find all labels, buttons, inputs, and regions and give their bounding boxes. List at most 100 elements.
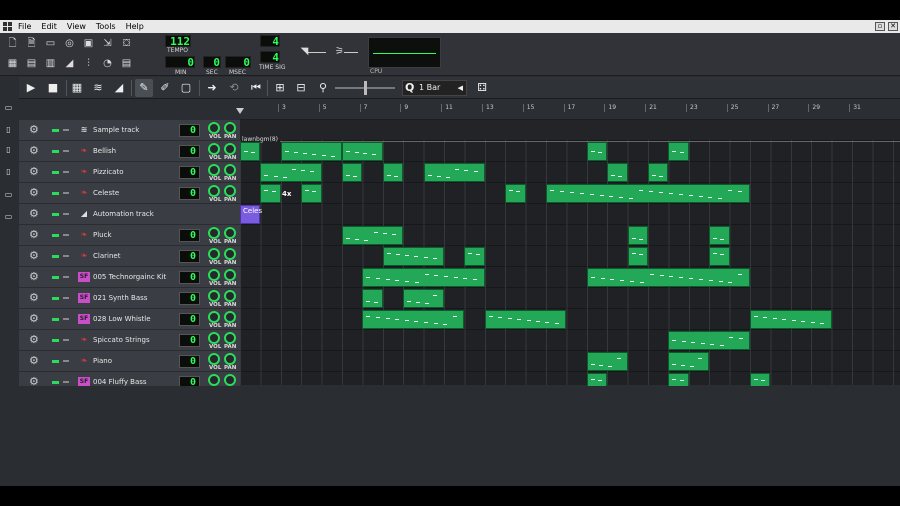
volume-knob[interactable] bbox=[208, 122, 220, 134]
new-from-template-icon[interactable]: 🗎 bbox=[23, 35, 40, 52]
solo-toggle[interactable] bbox=[63, 234, 69, 236]
pan-knob[interactable] bbox=[224, 311, 236, 323]
solo-toggle[interactable] bbox=[63, 339, 69, 341]
gear-icon[interactable]: ⚙ bbox=[29, 313, 39, 325]
draw-mode-icon[interactable]: ✎ bbox=[135, 79, 153, 97]
solo-toggle[interactable] bbox=[63, 213, 69, 215]
pattern-clip[interactable] bbox=[668, 142, 689, 161]
volume-knob[interactable] bbox=[208, 227, 220, 239]
pattern-clip[interactable] bbox=[586, 268, 750, 287]
pattern-clip[interactable] bbox=[586, 142, 608, 161]
pattern-clip[interactable] bbox=[709, 247, 730, 266]
volume-knob[interactable] bbox=[208, 143, 220, 155]
menu-view[interactable]: View bbox=[67, 22, 86, 31]
solo-toggle[interactable] bbox=[63, 171, 69, 173]
gear-icon[interactable]: ⚙ bbox=[29, 187, 39, 199]
gear-icon[interactable]: ⚙ bbox=[29, 250, 39, 262]
track-name[interactable]: 021 Synth Bass bbox=[93, 294, 147, 302]
stop-icon[interactable]: ■ bbox=[44, 79, 62, 97]
volume-knob[interactable] bbox=[208, 248, 220, 260]
zoom-slider-handle[interactable] bbox=[364, 81, 367, 95]
track-row[interactable]: ⚙ ❧ Celeste 0 VOL PAN bbox=[19, 183, 240, 204]
restore-button[interactable]: ▫ bbox=[875, 22, 885, 31]
track-name[interactable]: 028 Low Whistle bbox=[93, 315, 151, 323]
pan-knob[interactable] bbox=[224, 185, 236, 197]
open-project-icon[interactable]: ▭ bbox=[42, 35, 59, 52]
gear-icon[interactable]: ⚙ bbox=[29, 292, 39, 304]
solo-toggle[interactable] bbox=[63, 381, 69, 383]
solo-toggle[interactable] bbox=[63, 192, 69, 194]
pan-knob[interactable] bbox=[224, 290, 236, 302]
oscilloscope[interactable] bbox=[368, 37, 441, 68]
mute-toggle[interactable] bbox=[52, 150, 59, 153]
track-name[interactable]: Pizzicato bbox=[93, 168, 123, 176]
pattern-clip[interactable] bbox=[586, 352, 628, 371]
mute-toggle[interactable] bbox=[52, 171, 59, 174]
pattern-clip[interactable] bbox=[505, 184, 526, 203]
my-home-icon[interactable]: ▯ bbox=[4, 167, 13, 176]
pan-knob[interactable] bbox=[224, 353, 236, 365]
stop-behaviour-icon[interactable]: ⏮ bbox=[247, 79, 265, 97]
quantize-select[interactable]: Q 1 Bar ◀ bbox=[402, 80, 467, 96]
mute-toggle[interactable] bbox=[52, 234, 59, 237]
pan-knob[interactable] bbox=[224, 248, 236, 260]
automation-clip[interactable]: Celes bbox=[240, 205, 262, 224]
root-directory-icon[interactable]: ▭ bbox=[4, 190, 13, 199]
pattern-clip[interactable] bbox=[362, 289, 383, 308]
solo-toggle[interactable] bbox=[63, 297, 69, 299]
add-automation-track-icon[interactable]: ◢ bbox=[110, 79, 128, 97]
gear-icon[interactable]: ⚙ bbox=[29, 334, 39, 346]
track-name[interactable]: 004 Fluffy Bass bbox=[93, 378, 147, 386]
solo-toggle[interactable] bbox=[63, 150, 69, 152]
sample-track-lane[interactable] bbox=[240, 120, 900, 140]
track-row[interactable]: ⚙ ❧ Pluck 0 VOL PAN bbox=[19, 225, 240, 246]
export-icon[interactable]: ⇲ bbox=[99, 35, 116, 52]
solo-toggle[interactable] bbox=[63, 255, 69, 257]
pattern-clip[interactable] bbox=[382, 247, 444, 266]
chevron-left-icon[interactable]: ◀ bbox=[458, 81, 463, 95]
mute-toggle[interactable] bbox=[52, 192, 59, 195]
gear-icon[interactable]: ⚙ bbox=[29, 166, 39, 178]
mute-toggle[interactable] bbox=[52, 339, 59, 342]
pattern-clip[interactable] bbox=[648, 163, 669, 182]
song-editor-icon[interactable]: ▦ bbox=[4, 55, 21, 72]
timeline[interactable]: 3 5 7 9 11 13 15 17 19 21 23 25 27 29 31 bbox=[240, 100, 900, 120]
pattern-clip[interactable] bbox=[403, 289, 444, 308]
gear-icon[interactable]: ⚙ bbox=[29, 229, 39, 241]
volume-knob[interactable] bbox=[208, 332, 220, 344]
solo-toggle[interactable] bbox=[63, 318, 69, 320]
volume-knob[interactable] bbox=[208, 353, 220, 365]
track-row[interactable]: ⚙ ❧ Bellish 0 VOL PAN bbox=[19, 141, 240, 162]
track-name[interactable]: Automation track bbox=[93, 210, 154, 218]
track-name[interactable]: Celeste bbox=[93, 189, 119, 197]
pan-knob[interactable] bbox=[224, 122, 236, 134]
pan-knob[interactable] bbox=[224, 143, 236, 155]
timesig-denominator[interactable]: 4 bbox=[260, 51, 280, 63]
proportional-snap-icon[interactable]: ⚃ bbox=[473, 79, 491, 97]
volume-knob[interactable] bbox=[208, 269, 220, 281]
pattern-clip[interactable] bbox=[342, 226, 404, 245]
volume-knob[interactable] bbox=[208, 290, 220, 302]
gear-icon[interactable]: ⚙ bbox=[29, 355, 39, 367]
recent-projects-icon[interactable]: ◎ bbox=[61, 35, 78, 52]
pan-knob[interactable] bbox=[224, 227, 236, 239]
my-presets-icon[interactable]: ▯ bbox=[4, 145, 13, 154]
track-name[interactable]: 005 Technorgainc Kit bbox=[93, 273, 166, 281]
pattern-clip[interactable] bbox=[627, 226, 648, 245]
play-icon[interactable]: ▶ bbox=[22, 79, 40, 97]
track-row[interactable]: ⚙ ❧ Pizzicato 0 VOL PAN bbox=[19, 162, 240, 183]
solo-toggle[interactable] bbox=[63, 129, 69, 131]
solo-toggle[interactable] bbox=[63, 360, 69, 362]
auto-scroll-icon[interactable]: ➜ bbox=[203, 79, 221, 97]
menu-help[interactable]: Help bbox=[126, 22, 144, 31]
save-project-icon[interactable]: ▣ bbox=[80, 35, 97, 52]
beat-editor-icon[interactable]: ▤ bbox=[23, 55, 40, 72]
menu-file[interactable]: File bbox=[18, 22, 31, 31]
pattern-clip[interactable] bbox=[362, 310, 465, 329]
track-name[interactable]: Bellish bbox=[93, 147, 116, 155]
pattern-clip[interactable] bbox=[668, 352, 710, 371]
select-mode-icon[interactable]: ▢ bbox=[177, 79, 195, 97]
track-row[interactable]: ⚙ ≋ Sample track 0 VOL PAN bbox=[19, 120, 240, 141]
volume-knob[interactable] bbox=[208, 164, 220, 176]
pattern-clip[interactable] bbox=[464, 247, 485, 266]
